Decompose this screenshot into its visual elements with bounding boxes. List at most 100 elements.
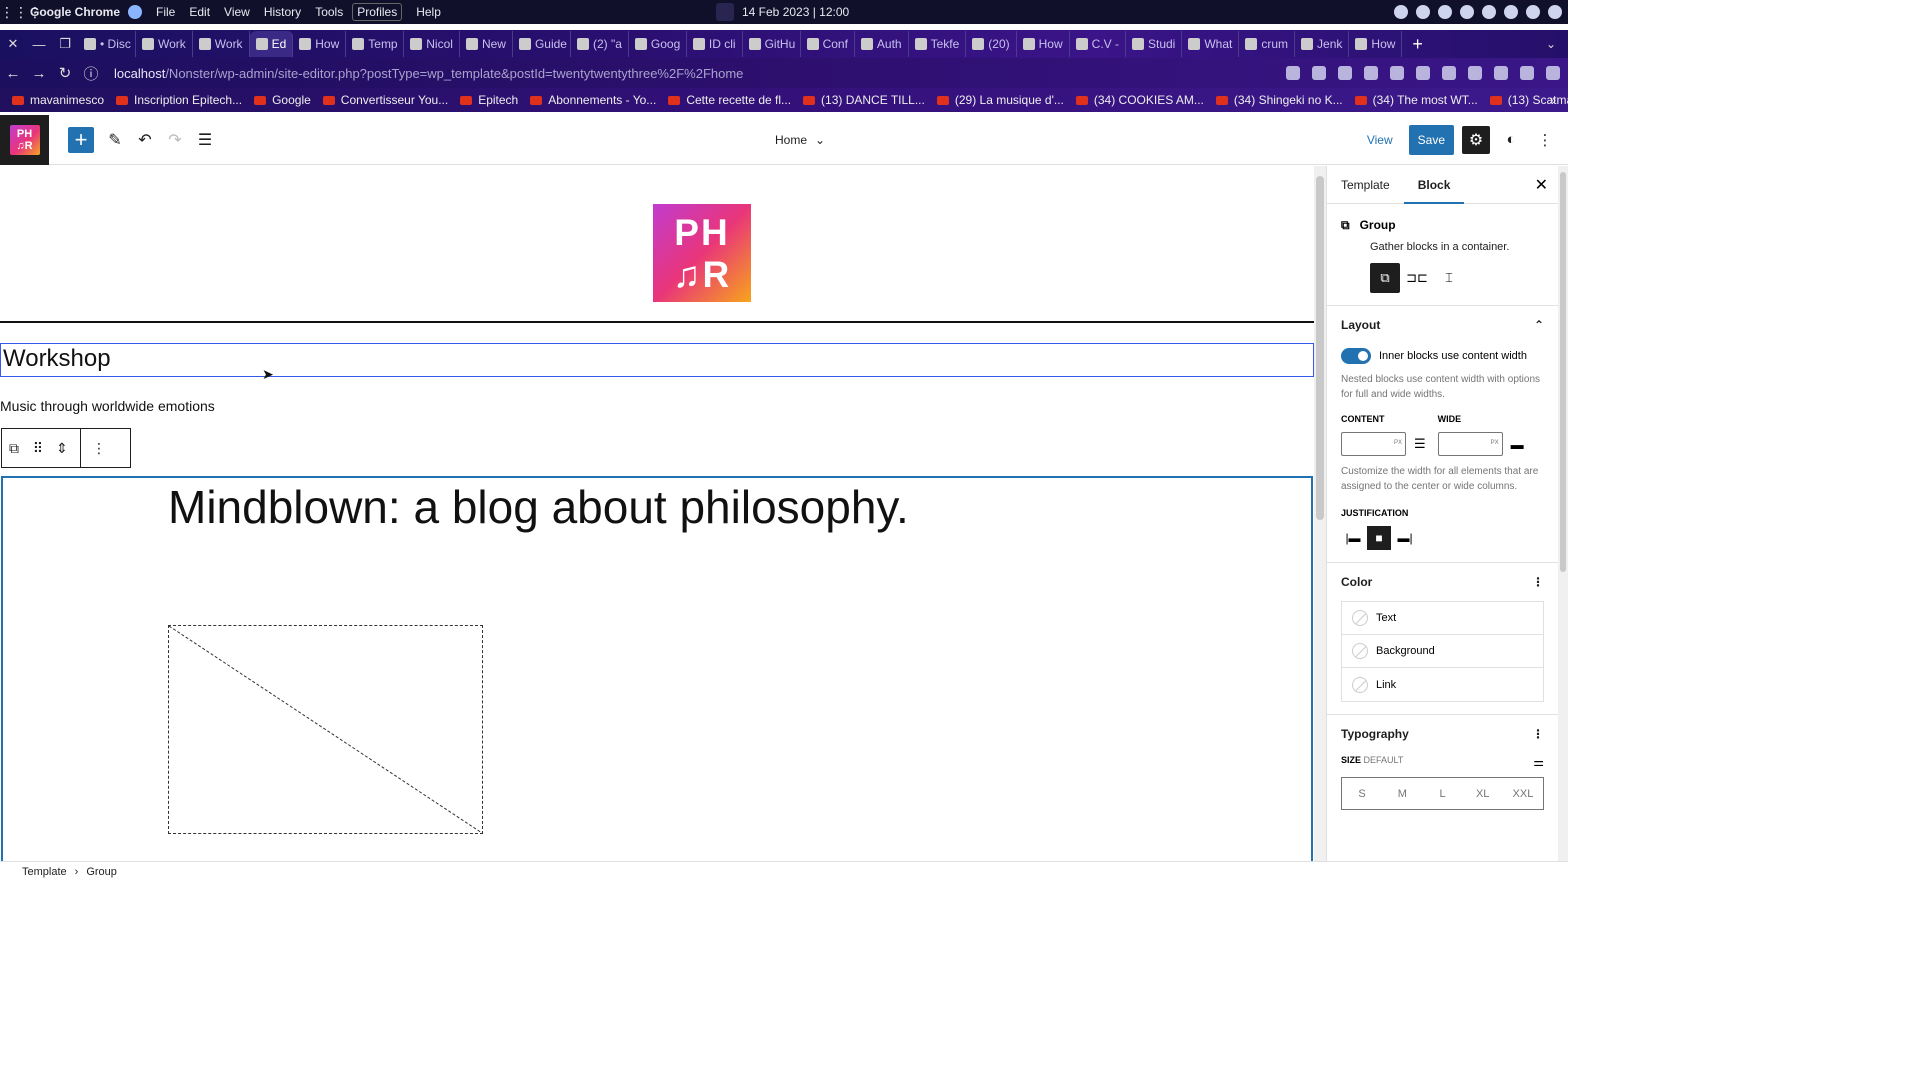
redo-icon[interactable]: ↷ — [160, 130, 190, 150]
browser-tab[interactable]: (20) — [966, 31, 1017, 57]
bookmark-item[interactable]: Epitech — [460, 93, 518, 107]
bookmark-item[interactable]: (13) DANCE TILL... — [803, 93, 925, 107]
extension-icon[interactable] — [1390, 66, 1404, 80]
more-options-icon[interactable]: ⋮ — [1532, 727, 1544, 741]
site-icon-button[interactable]: PH ♫R — [0, 114, 49, 165]
featured-image-placeholder[interactable] — [168, 625, 483, 834]
settings-gear-icon[interactable]: ⚙ — [1462, 125, 1490, 154]
clock[interactable]: 14 Feb 2023 | 12:00 — [716, 3, 849, 21]
bookmark-item[interactable]: (34) Shingeki no K... — [1215, 93, 1343, 107]
blog-heading[interactable]: Mindblown: a blog about philosophy. — [168, 480, 909, 534]
browser-tab[interactable]: C.V - — [1070, 31, 1126, 57]
bookmark-item[interactable]: (34) The most WT... — [1354, 93, 1478, 107]
browser-tab[interactable]: New — [460, 31, 513, 57]
size-xl[interactable]: XL — [1463, 778, 1503, 809]
minimize-window-icon[interactable]: — — [26, 37, 52, 52]
browser-tab[interactable]: Tekfe — [909, 31, 967, 57]
browser-tab[interactable]: ID cli — [687, 31, 743, 57]
extension-icon[interactable] — [1338, 66, 1352, 80]
bookmark-item[interactable]: (13) Scatman (Ski... — [1489, 93, 1568, 107]
view-button[interactable]: View — [1359, 133, 1401, 147]
custom-size-icon[interactable]: ⚌ — [1533, 755, 1544, 769]
tab-search-icon[interactable]: ⌄ — [1546, 37, 1556, 51]
tab-block[interactable]: Block — [1403, 166, 1465, 204]
scrollbar-thumb[interactable] — [1316, 176, 1324, 520]
share-icon[interactable] — [1286, 66, 1300, 80]
bookmark-item[interactable]: (34) COOKIES AM... — [1075, 93, 1204, 107]
bookmark-item[interactable]: Google — [254, 93, 311, 107]
block-inserter-button[interactable]: + — [68, 126, 94, 153]
reload-icon[interactable]: ↻ — [52, 64, 78, 82]
panel-title[interactable]: Typography — [1341, 727, 1409, 741]
site-tagline[interactable]: Music through worldwide emotions — [0, 398, 215, 414]
color-background[interactable]: Background — [1342, 635, 1543, 668]
url-field[interactable]: localhost/Nonster/wp-admin/site-editor.p… — [114, 66, 743, 81]
tab-template[interactable]: Template — [1327, 166, 1404, 204]
justify-center-icon[interactable]: ■ — [1367, 526, 1391, 550]
justify-left-icon[interactable]: |▬ — [1341, 526, 1365, 550]
apps-grid-icon[interactable]: ⋮⋮⋮ — [0, 4, 42, 21]
browser-tab[interactable]: How — [1017, 31, 1070, 57]
browser-tab[interactable]: How — [293, 31, 347, 57]
browser-tab[interactable]: Work — [193, 31, 250, 57]
browser-tab[interactable]: (2) "a — [571, 31, 629, 57]
save-button[interactable]: Save — [1408, 124, 1454, 155]
row-variation-icon[interactable]: ⊐⊏ — [1402, 263, 1432, 293]
bookmark-item[interactable]: mavanimesco — [12, 93, 104, 107]
new-tab-button[interactable]: + — [1412, 34, 1423, 55]
panel-title[interactable]: Layout — [1341, 318, 1380, 332]
bookmark-item[interactable]: Abonnements - Yo... — [530, 93, 656, 107]
tray-icon[interactable] — [1482, 5, 1496, 19]
more-bookmarks-icon[interactable]: » — [1549, 93, 1556, 107]
tray-icon[interactable] — [1416, 5, 1430, 19]
chevron-up-icon[interactable]: ⌃ — [1534, 318, 1544, 332]
browser-tab[interactable]: Work — [136, 31, 193, 57]
undo-icon[interactable]: ↶ — [130, 130, 160, 150]
close-window-icon[interactable]: ✕ — [0, 36, 26, 52]
menu-file[interactable]: File — [156, 5, 175, 19]
panel-title[interactable]: Color — [1341, 575, 1372, 589]
extension-icon[interactable] — [1364, 66, 1378, 80]
bookmark-item[interactable]: Convertisseur You... — [322, 93, 448, 107]
battery-icon[interactable] — [1526, 5, 1540, 19]
tray-icon[interactable] — [1460, 5, 1474, 19]
styles-icon[interactable]: ◐ — [1498, 131, 1524, 148]
document-title-dropdown[interactable]: Home ⌄ — [775, 133, 825, 147]
browser-tab[interactable]: How — [1349, 31, 1403, 57]
close-icon[interactable]: ✕ — [1535, 175, 1548, 195]
menu-view[interactable]: View — [224, 5, 250, 19]
scrollbar-thumb[interactable] — [1560, 172, 1566, 572]
drag-handle-icon[interactable]: ⠿ — [26, 440, 50, 457]
canvas-scrollbar[interactable] — [1314, 166, 1326, 861]
site-title[interactable]: Workshop — [0, 343, 1314, 377]
browser-tab[interactable]: Ed — [249, 31, 294, 57]
browser-tab[interactable]: Auth — [855, 31, 909, 57]
browser-tab[interactable]: crum — [1239, 31, 1296, 57]
breadcrumb-group[interactable]: Group — [86, 866, 117, 878]
browser-tab[interactable]: Conf — [801, 31, 855, 57]
browser-tab[interactable]: • Disc — [78, 31, 136, 57]
extension-icon[interactable] — [1416, 66, 1430, 80]
options-menu-icon[interactable]: ⋮ — [1532, 131, 1558, 149]
group-variation-icon[interactable]: ⧉ — [1370, 263, 1400, 293]
move-up-down-icon[interactable]: ⇕ — [50, 440, 74, 457]
justify-right-icon[interactable]: ▬| — [1393, 526, 1417, 550]
browser-menu-icon[interactable] — [1546, 66, 1560, 80]
wifi-icon[interactable] — [1548, 5, 1562, 19]
site-logo[interactable]: PH ♫R — [653, 204, 751, 302]
forward-icon[interactable]: → — [26, 65, 52, 82]
site-info-icon[interactable]: ⓘ — [78, 63, 104, 84]
bookmark-item[interactable]: (29) La musique d'... — [936, 93, 1064, 107]
browser-tab[interactable]: Jenk — [1295, 31, 1350, 57]
content-width-input[interactable] — [1341, 432, 1406, 456]
group-block-icon[interactable]: ⧉ — [2, 440, 26, 457]
size-l[interactable]: L — [1422, 778, 1462, 809]
browser-tab[interactable]: Studi — [1126, 31, 1183, 57]
browser-tab[interactable]: Guide — [513, 31, 571, 57]
color-text[interactable]: Text — [1342, 602, 1543, 635]
bookmark-item[interactable]: Inscription Epitech... — [116, 93, 242, 107]
browser-tab[interactable]: What — [1182, 31, 1240, 57]
profile-avatar[interactable] — [1520, 66, 1534, 80]
menu-help[interactable]: Help — [416, 5, 441, 19]
tray-icon[interactable] — [1394, 5, 1408, 19]
